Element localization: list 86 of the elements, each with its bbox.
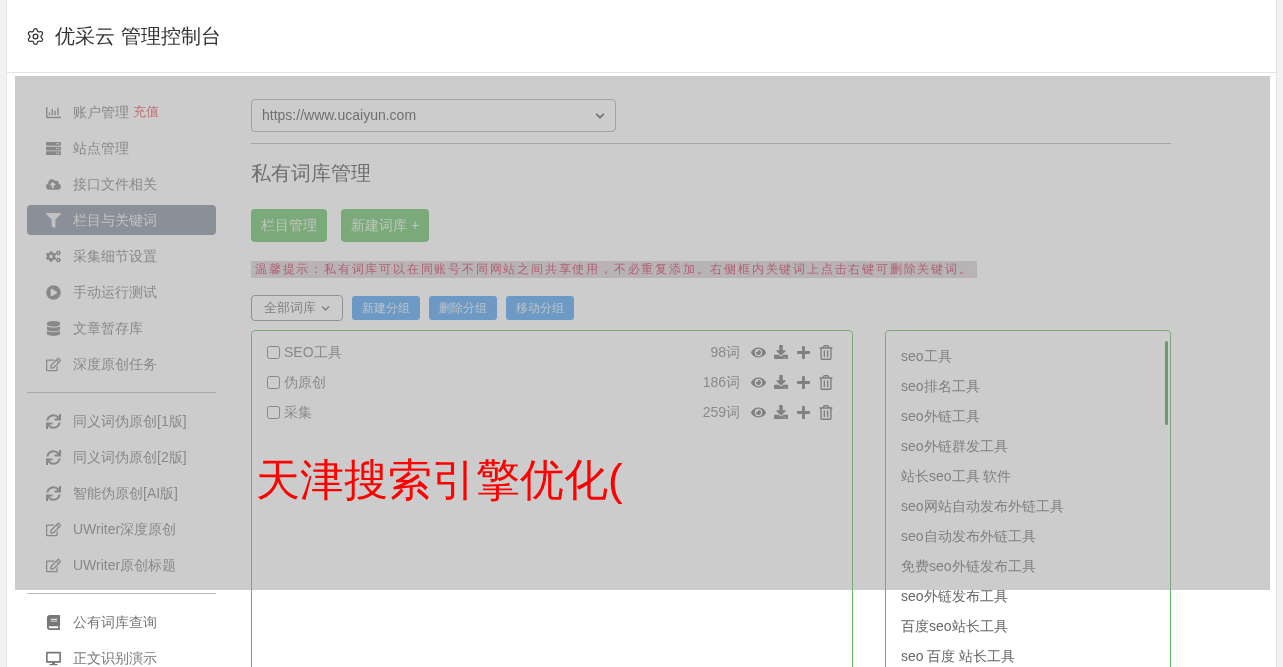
edit-icon [46, 557, 61, 573]
library-checkbox[interactable] [267, 375, 280, 389]
sidebar-label: 公有词库查询 [73, 612, 157, 632]
sidebar-label: 站点管理 [73, 138, 129, 158]
group-button[interactable]: 删除分组 [429, 296, 497, 320]
keyword-item[interactable]: 百度seo站长工具 [901, 611, 1170, 641]
column-manage-button[interactable]: 栏目管理 [251, 209, 327, 242]
tip-text: 温馨提示：私有词库可以在同账号不同网站之间共享使用，不必重复添加。右侧框内关键词上点击右键可删除关键词。 [251, 261, 977, 278]
filter-icon [46, 212, 61, 228]
add-icon[interactable] [796, 404, 811, 420]
scrollbar-thumb[interactable] [1165, 341, 1168, 425]
page-heading: 私有词库管理 [251, 161, 372, 186]
chevron-down-icon [595, 110, 605, 121]
sidebar-label: 手动运行测试 [73, 282, 157, 302]
sidebar-label: 同义词伪原创[1版] [73, 411, 187, 431]
sidebar-item[interactable]: 文章暂存库 [27, 313, 216, 343]
refresh-icon [46, 413, 61, 429]
sidebar-item[interactable]: 公有词库查询 [27, 607, 216, 637]
word-count: 98词 [710, 342, 740, 362]
database-icon [46, 320, 61, 336]
refresh-icon [46, 449, 61, 465]
site-select[interactable]: https://www.ucaiyun.com [251, 99, 616, 132]
library-checkbox[interactable] [267, 345, 280, 359]
sidebar-item[interactable]: 深度原创任务 [27, 349, 216, 379]
sidebar-label: UWriter深度原创 [73, 519, 177, 539]
play-icon [46, 284, 61, 300]
server-icon [46, 140, 61, 156]
group-button[interactable]: 新建分组 [352, 296, 420, 320]
sidebar-label: 采集细节设置 [73, 246, 157, 266]
add-icon[interactable] [796, 374, 811, 390]
sidebar-item[interactable]: 同义词伪原创[1版] [27, 406, 216, 436]
sidebar-item[interactable]: 同义词伪原创[2版] [27, 442, 216, 472]
sidebar-item[interactable]: 正文识别演示 [27, 643, 216, 667]
sidebar-label: 深度原创任务 [73, 354, 157, 374]
keyword-item[interactable]: seo自动发布外链工具 [901, 521, 1170, 551]
chevron-down-icon [321, 303, 330, 313]
cloud-upload-icon [46, 176, 61, 192]
keyword-item[interactable]: seo 百度 站长工具 [901, 641, 1170, 667]
delete-icon[interactable] [819, 404, 833, 420]
group-button[interactable]: 移动分组 [506, 296, 574, 320]
keyword-item[interactable]: seo外链工具 [901, 401, 1170, 431]
sidebar-item[interactable]: UWriter深度原创 [27, 514, 216, 544]
edit-icon [46, 356, 61, 372]
download-icon[interactable] [774, 405, 788, 419]
sidebar-item[interactable]: 账户管理 充值 [27, 97, 216, 127]
delete-icon[interactable] [819, 344, 833, 360]
bar-chart-icon [46, 104, 61, 120]
keyword-item[interactable]: 站长seo工具 软件 [901, 461, 1170, 491]
keyword-item[interactable]: seo外链群发工具 [901, 431, 1170, 461]
library-name: SEO工具 [284, 342, 342, 362]
sidebar-label: 同义词伪原创[2版] [73, 447, 187, 467]
sidebar-item[interactable]: 站点管理 [27, 133, 216, 163]
sidebar-label: 正文识别演示 [73, 648, 157, 667]
gears-icon [46, 248, 61, 264]
download-icon[interactable] [774, 345, 788, 359]
library-name: 伪原创 [284, 372, 326, 392]
word-count: 259词 [702, 402, 740, 422]
add-icon[interactable] [796, 344, 811, 360]
delete-icon[interactable] [819, 374, 833, 390]
sidebar-label: 账户管理 [73, 102, 129, 122]
keyword-item[interactable]: seo工具 [901, 341, 1170, 371]
settings-icon [26, 26, 45, 46]
sidebar-item[interactable]: 智能伪原创[AI版] [27, 478, 216, 508]
sidebar-label: 智能伪原创[AI版] [73, 483, 178, 503]
library-checkbox[interactable] [267, 405, 280, 419]
console-title: 优采云 管理控制台 [55, 24, 221, 49]
recharge-link[interactable]: 充值 [133, 102, 159, 122]
overlay-text: 天津搜索引擎优化( [256, 454, 623, 506]
library-name: 采集 [284, 402, 312, 422]
keyword-item[interactable]: seo网站自动发布外链工具 [901, 491, 1170, 521]
sidebar-label: UWriter原创标题 [73, 555, 177, 575]
book-icon [46, 614, 61, 630]
edit-icon [46, 521, 61, 537]
sidebar-label: 文章暂存库 [73, 318, 143, 338]
sidebar-item[interactable]: 手动运行测试 [27, 277, 216, 307]
monitor-icon [46, 650, 61, 666]
download-icon[interactable] [774, 375, 788, 389]
refresh-icon [46, 485, 61, 501]
group-select[interactable]: 全部词库 [251, 295, 343, 321]
keyword-item[interactable]: seo外链发布工具 [901, 581, 1170, 611]
word-count: 186词 [702, 372, 740, 392]
sidebar-item[interactable]: UWriter原创标题 [27, 550, 216, 580]
keyword-item[interactable]: seo排名工具 [901, 371, 1170, 401]
keyword-item[interactable]: 免费seo外链发布工具 [901, 551, 1170, 581]
sidebar-item[interactable]: 采集细节设置 [27, 241, 216, 271]
new-library-button[interactable]: 新建词库 + [341, 209, 430, 242]
